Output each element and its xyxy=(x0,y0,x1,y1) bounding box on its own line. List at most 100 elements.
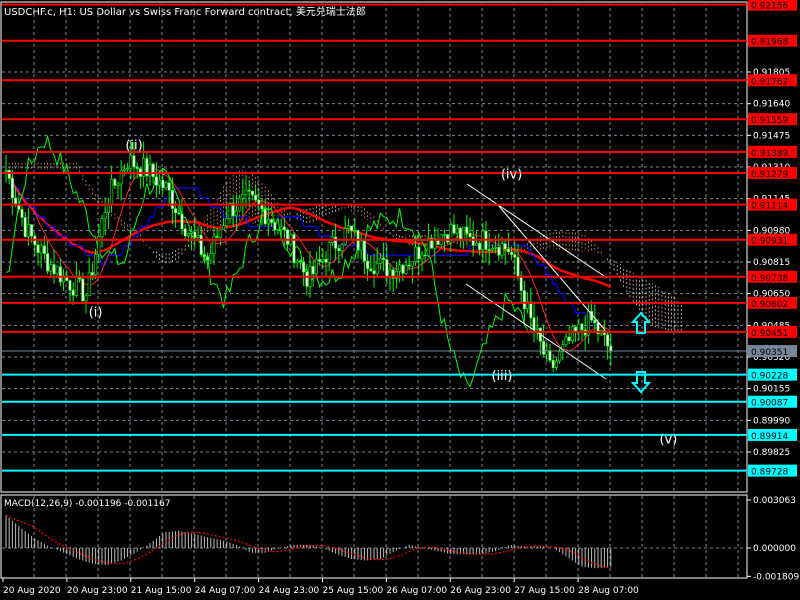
candle-body xyxy=(154,176,158,186)
candle-body xyxy=(158,179,162,186)
wave-label: (ii) xyxy=(125,139,142,154)
candle-body xyxy=(52,264,56,275)
candle-body xyxy=(350,225,354,231)
candle-body xyxy=(302,261,306,273)
candle-body xyxy=(305,271,309,287)
current-price-label: 0.90351 xyxy=(751,348,788,358)
candle-body xyxy=(94,254,98,276)
candle-body xyxy=(116,183,120,186)
candle-body xyxy=(4,169,8,172)
candle-body xyxy=(490,248,494,251)
price-chart[interactable]: 0.918050.916400.914750.913100.911450.909… xyxy=(0,0,800,600)
candle-body xyxy=(529,301,533,319)
candle-body xyxy=(122,168,126,171)
candle-body xyxy=(68,280,72,291)
support-level-label: 0.90087 xyxy=(751,399,788,409)
candle-body xyxy=(273,222,277,231)
resistance-level-label: 0.90602 xyxy=(751,300,788,310)
candle-body xyxy=(433,239,437,249)
candle-body xyxy=(103,212,107,219)
candle-body xyxy=(554,360,558,368)
candle-body xyxy=(7,169,11,179)
candle-body xyxy=(442,234,446,236)
candle-body xyxy=(417,246,421,260)
candle-body xyxy=(218,229,222,238)
candle-body xyxy=(164,182,168,189)
candle-body xyxy=(366,260,370,270)
candle-body xyxy=(170,190,174,209)
candle-body xyxy=(535,327,539,330)
candle-body xyxy=(452,224,456,234)
time-tick-label: 27 Aug 15:00 xyxy=(514,586,575,596)
candle-body xyxy=(129,155,133,169)
wave-label: (iii) xyxy=(492,369,513,384)
macd-tick-label: 0.000000 xyxy=(753,544,796,554)
candle-body xyxy=(420,254,424,260)
candle-body xyxy=(503,243,507,250)
resistance-level-label: 0.91559 xyxy=(751,116,788,126)
candle-body xyxy=(266,219,270,225)
candle-body xyxy=(247,189,251,192)
candle-body xyxy=(516,256,520,278)
candle-body xyxy=(340,244,344,252)
time-tick-label: 20 Aug 23:00 xyxy=(67,586,128,596)
candle-body xyxy=(327,242,331,263)
candle-body xyxy=(410,261,414,267)
candle-body xyxy=(279,226,283,231)
resistance-level-label: 0.92156 xyxy=(751,2,788,12)
candle-body xyxy=(135,166,139,169)
candle-body xyxy=(398,264,402,272)
candle-body xyxy=(23,217,27,238)
candle-body xyxy=(362,240,366,262)
candle-body xyxy=(407,264,411,267)
candle-body xyxy=(455,227,459,234)
candle-body xyxy=(84,295,88,302)
candle-body xyxy=(148,163,152,177)
candle-body xyxy=(478,242,482,250)
price-tick-label: 0.90155 xyxy=(753,385,790,395)
resistance-level-label: 0.91389 xyxy=(751,149,788,159)
candle-body xyxy=(404,264,408,274)
candle-body xyxy=(378,257,382,264)
candle-body xyxy=(161,179,165,189)
candle-body xyxy=(314,259,318,275)
candle-body xyxy=(254,194,258,201)
candle-body xyxy=(513,254,517,258)
candle-body xyxy=(311,266,315,275)
candle-body xyxy=(190,231,194,234)
candle-body xyxy=(183,228,187,237)
candle-body xyxy=(276,229,280,232)
candle-body xyxy=(423,254,427,257)
time-tick-label: 20 Aug 2020 xyxy=(3,586,61,596)
candle-body xyxy=(375,263,379,274)
support-level-label: 0.90228 xyxy=(751,372,788,382)
candle-body xyxy=(519,276,523,291)
candle-body xyxy=(234,210,238,217)
candle-body xyxy=(71,289,75,296)
candle-body xyxy=(401,264,405,274)
resistance-level-label: 0.90931 xyxy=(751,237,788,247)
candle-body xyxy=(286,229,290,245)
candle-body xyxy=(458,227,462,240)
candle-body xyxy=(282,226,286,231)
candle-body xyxy=(346,225,350,229)
candle-body xyxy=(337,248,341,252)
macd-panel-frame xyxy=(0,494,748,579)
candle-body xyxy=(209,253,213,261)
candle-body xyxy=(570,326,574,342)
candle-body xyxy=(532,317,536,330)
candle-body xyxy=(446,234,450,243)
candle-body xyxy=(369,268,373,271)
candle-body xyxy=(500,243,504,256)
time-tick-label: 25 Aug 15:00 xyxy=(323,586,384,596)
candle-body xyxy=(186,233,190,237)
candle-body xyxy=(177,212,181,215)
candle-body xyxy=(372,270,376,274)
time-tick-label: 28 Aug 07:00 xyxy=(578,586,639,596)
candle-body xyxy=(215,236,219,238)
candle-body xyxy=(174,208,178,214)
candle-body xyxy=(494,246,498,249)
candle-body xyxy=(100,218,104,237)
candle-body xyxy=(151,163,155,178)
candle-body xyxy=(14,197,18,205)
